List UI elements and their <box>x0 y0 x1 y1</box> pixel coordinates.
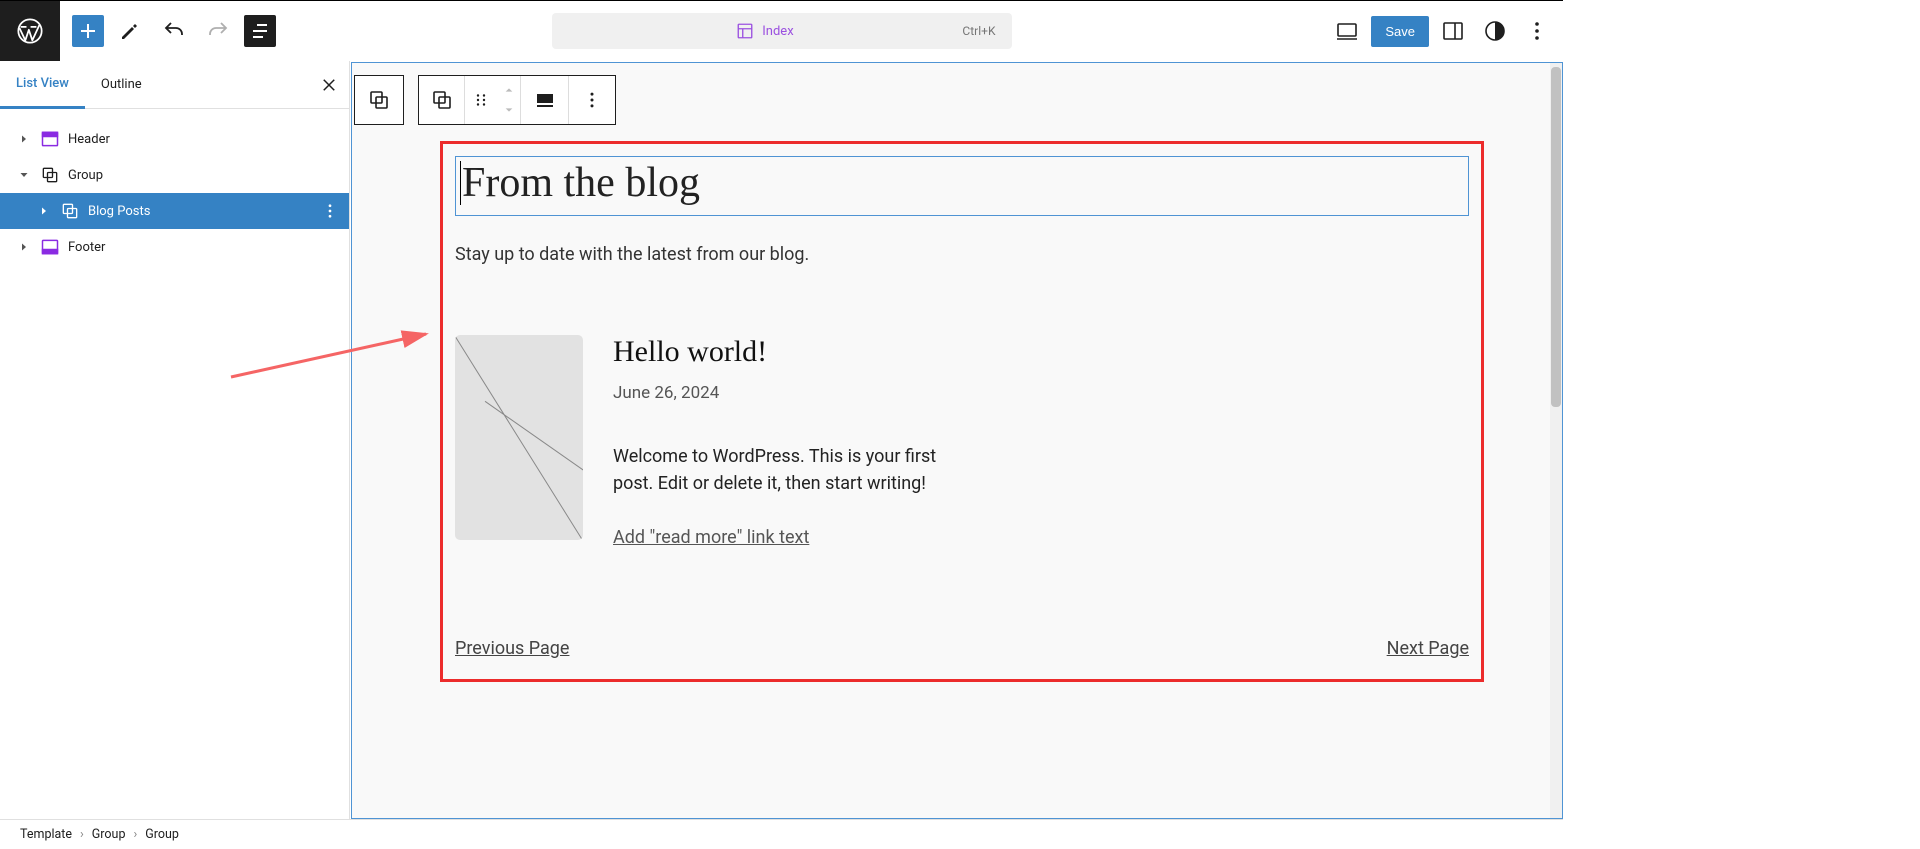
footer-block-icon <box>40 237 60 257</box>
block-toolbar <box>354 75 616 125</box>
editor-canvas[interactable]: From the blog Stay up to date with the l… <box>351 62 1563 819</box>
tree-label: Footer <box>68 240 105 255</box>
move-up-button[interactable] <box>497 80 520 100</box>
document-overview-button[interactable] <box>244 15 276 47</box>
redo-button[interactable] <box>200 13 236 49</box>
paragraph-block[interactable]: Stay up to date with the latest from our… <box>455 244 1469 265</box>
document-title: Index <box>762 24 793 39</box>
featured-image-placeholder[interactable] <box>455 335 583 540</box>
toolbar-right: Save <box>1329 13 1563 49</box>
breadcrumb-item[interactable]: Group <box>92 827 126 842</box>
list-view-panel: List View Outline Header Group <box>0 61 350 819</box>
document-title-bar[interactable]: Index Ctrl+K <box>552 13 1012 49</box>
tree-label: Group <box>68 168 103 183</box>
header-block-icon <box>40 129 60 149</box>
next-page-link[interactable]: Next Page <box>1387 638 1469 659</box>
add-block-button[interactable] <box>72 15 104 47</box>
chevron-right-icon <box>36 205 52 217</box>
align-button[interactable] <box>521 76 569 124</box>
wordpress-logo[interactable] <box>0 1 60 61</box>
post-excerpt[interactable]: Welcome to WordPress. This is your first… <box>613 443 943 497</box>
heading-text: From the blog <box>462 160 700 206</box>
scrollbar-thumb[interactable] <box>1551 67 1561 407</box>
styles-button[interactable] <box>1477 13 1513 49</box>
tree-item-group[interactable]: Group <box>0 157 349 193</box>
breadcrumb-item[interactable]: Template <box>20 827 72 842</box>
view-responsive-button[interactable] <box>1329 13 1365 49</box>
tree-item-blog-posts[interactable]: Blog Posts <box>0 193 349 229</box>
scrollbar-track[interactable] <box>1550 63 1562 818</box>
block-options-button[interactable] <box>569 76 615 124</box>
heading-block[interactable]: From the blog <box>455 156 1469 216</box>
tab-outline[interactable]: Outline <box>85 61 158 109</box>
block-tree: Header Group Blog Posts Footer <box>0 109 349 277</box>
block-type-button[interactable] <box>419 76 465 124</box>
chevron-right-icon <box>16 241 32 253</box>
canvas-scroll[interactable]: From the blog Stay up to date with the l… <box>352 63 1562 818</box>
chevron-down-icon <box>16 169 32 181</box>
template-icon <box>736 22 754 40</box>
chevron-right-icon: › <box>133 827 137 842</box>
block-breadcrumb: Template › Group › Group <box>0 819 1563 849</box>
breadcrumb-item[interactable]: Group <box>145 827 179 842</box>
close-panel-button[interactable] <box>309 65 349 105</box>
post-date[interactable]: June 26, 2024 <box>613 383 943 403</box>
chevron-right-icon: › <box>80 827 84 842</box>
block-mover <box>497 76 521 124</box>
pagination: Previous Page Next Page <box>455 638 1469 659</box>
tools-button[interactable] <box>112 13 148 49</box>
command-shortcut: Ctrl+K <box>962 24 995 38</box>
read-more-link[interactable]: Add "read more" link text <box>613 527 943 548</box>
text-cursor <box>460 161 461 205</box>
toolbar-left <box>60 13 288 49</box>
tree-label: Blog Posts <box>88 204 150 219</box>
group-block-icon <box>60 201 80 221</box>
drag-handle[interactable] <box>465 76 497 124</box>
tab-list-view[interactable]: List View <box>0 61 85 109</box>
chevron-right-icon <box>16 133 32 145</box>
tree-item-options-button[interactable] <box>321 202 339 220</box>
group-block-icon <box>40 165 60 185</box>
prev-page-link[interactable]: Previous Page <box>455 638 569 659</box>
post-title[interactable]: Hello world! <box>613 335 943 369</box>
post-item: Hello world! June 26, 2024 Welcome to Wo… <box>455 335 1469 548</box>
settings-sidebar-button[interactable] <box>1435 13 1471 49</box>
selected-group-outline[interactable]: From the blog Stay up to date with the l… <box>440 141 1484 682</box>
save-button[interactable]: Save <box>1371 16 1429 47</box>
top-toolbar: Index Ctrl+K Save <box>0 1 1563 61</box>
tree-item-footer[interactable]: Footer <box>0 229 349 265</box>
panel-tabs: List View Outline <box>0 61 349 109</box>
select-parent-button[interactable] <box>355 76 403 124</box>
options-menu-button[interactable] <box>1519 13 1555 49</box>
move-down-button[interactable] <box>497 100 520 120</box>
undo-button[interactable] <box>156 13 192 49</box>
tree-item-header[interactable]: Header <box>0 121 349 157</box>
tree-label: Header <box>68 132 110 147</box>
